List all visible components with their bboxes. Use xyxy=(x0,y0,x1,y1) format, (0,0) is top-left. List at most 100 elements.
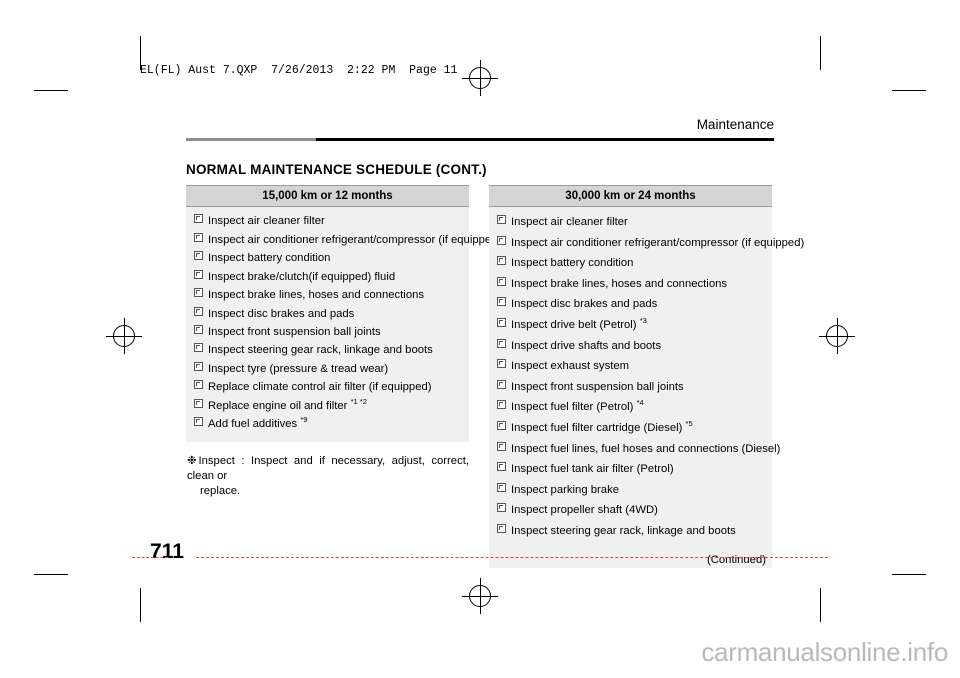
crop-mark-bottom-left xyxy=(34,574,68,575)
checklist-item: Inspect battery condition xyxy=(186,249,469,267)
site-watermark: carmanualsonline.info xyxy=(701,637,948,667)
checklist-item-label: Inspect exhaust system xyxy=(511,360,630,373)
checklist-item: Inspect steering gear rack, linkage and … xyxy=(489,521,772,542)
running-head: Maintenance xyxy=(696,117,774,132)
checklist-item-label: Inspect steering gear rack, linkage and … xyxy=(511,524,736,537)
checklist-item: Inspect front suspension ball joints xyxy=(489,377,772,398)
checklist-item-label: Replace climate control air filter (if e… xyxy=(208,381,432,394)
checkbox-icon xyxy=(194,380,203,390)
checklist-item: Inspect tyre (pressure & tread wear) xyxy=(186,360,469,378)
checklist-item: Inspect propeller shaft (4WD) xyxy=(489,500,772,521)
checklist-item: Inspect drive belt (Petrol) *3 xyxy=(489,315,772,336)
crop-mark-bottom-right xyxy=(892,574,926,575)
checkbox-icon xyxy=(497,297,506,307)
checkbox-icon xyxy=(194,232,203,242)
checkbox-icon xyxy=(194,269,203,279)
table-body-left: Inspect air cleaner filter Inspect air co… xyxy=(186,207,501,442)
checkbox-icon xyxy=(497,503,506,513)
checklist-item: Inspect air conditioner refrigerant/comp… xyxy=(489,233,804,254)
checklist-item-label: Inspect fuel tank air filter (Petrol) xyxy=(511,463,674,476)
checklist-item-label: Inspect air cleaner filter xyxy=(511,216,628,229)
checklist-item: Replace climate control air filter (if e… xyxy=(186,378,469,396)
checklist-item-label: Inspect brake lines, hoses and connectio… xyxy=(208,289,425,302)
checkbox-icon xyxy=(497,235,506,245)
note-asterisk-icon: ❉ xyxy=(187,454,197,467)
checklist-item-label: Inspect drive belt (Petrol) xyxy=(511,319,640,332)
table-body-right: Inspect air cleaner filter Inspect air co… xyxy=(489,207,804,547)
checklist-item-label: Inspect fuel filter (Petrol) xyxy=(511,401,637,414)
checklist-item: Inspect steering gear rack, linkage and … xyxy=(186,341,469,359)
checkbox-icon xyxy=(497,215,506,225)
footnote-marker: *4 xyxy=(636,398,644,408)
page-number: 11 xyxy=(161,540,184,563)
checkbox-icon xyxy=(194,306,203,316)
footnote-marker: *1 *2 xyxy=(350,397,368,407)
registration-mark-top xyxy=(462,60,498,96)
checklist-item: Inspect exhaust system xyxy=(489,356,772,377)
checklist-item-label: Inspect battery condition xyxy=(511,257,634,270)
checklist-item-label: Inspect battery condition xyxy=(208,252,331,265)
checklist-item-label: Inspect drive shafts and boots xyxy=(511,339,662,352)
checkbox-icon xyxy=(194,325,203,334)
checkbox-icon xyxy=(194,288,203,298)
checkbox-icon xyxy=(497,338,506,348)
checklist-item: Inspect brake lines, hoses and connectio… xyxy=(489,274,772,295)
checkbox-icon xyxy=(497,256,506,266)
checklist-item: Inspect fuel tank air filter (Petrol) xyxy=(489,459,772,480)
checklist-item: Replace engine oil and filter *1 *2 xyxy=(186,397,469,415)
crop-mark-bottom-left-v xyxy=(140,588,141,622)
checklist-item-label: Inspect parking brake xyxy=(511,483,620,496)
page-footer-number: 711 xyxy=(150,540,184,564)
checklist-item: Inspect fuel filter (Petrol) *4 xyxy=(489,397,772,418)
checkbox-icon xyxy=(497,462,506,472)
checklist-item: Inspect air conditioner refrigerant/comp… xyxy=(186,230,501,248)
checkbox-icon xyxy=(497,276,506,286)
checklist-item-label: Inspect air cleaner filter xyxy=(208,215,325,228)
checklist-item-label: Inspect front suspension ball joints xyxy=(511,380,684,393)
footnote-marker: *5 xyxy=(685,419,693,429)
footnote-marker: *3 xyxy=(639,316,647,326)
checkbox-icon xyxy=(194,361,203,371)
checklist-item-label: Add fuel additives xyxy=(208,418,301,431)
crop-mark-top-right-v xyxy=(820,36,821,70)
checklist-item: Add fuel additives *9 xyxy=(186,415,469,433)
crop-mark-bottom-right-v xyxy=(820,588,821,622)
footnote-marker: *9 xyxy=(300,415,308,425)
checkbox-icon xyxy=(497,523,506,533)
checklist-item: Inspect battery condition xyxy=(489,253,772,274)
checklist-item: Inspect disc brakes and pads xyxy=(186,304,469,322)
checklist-item-label: Inspect steering gear rack, linkage and … xyxy=(208,344,433,357)
checkbox-icon xyxy=(497,400,506,410)
checkbox-icon xyxy=(497,359,506,369)
crop-mark-top-left xyxy=(34,90,68,91)
crop-mark-top-right xyxy=(892,90,926,91)
checklist-item: Inspect front suspension ball joints xyxy=(186,323,469,341)
checklist-item-label: Inspect air conditioner refrigerant/comp… xyxy=(208,233,502,246)
checkbox-icon xyxy=(497,318,506,328)
inspect-note: ❉ Inspect : Inspect and if necessary, adj… xyxy=(186,454,469,499)
schedule-column-30000km: 30,000 km or 24 months Inspect air clean… xyxy=(489,185,804,569)
checklist-item-label: Inspect propeller shaft (4WD) xyxy=(511,504,658,517)
checklist-item: Inspect drive shafts and boots xyxy=(489,335,772,356)
registration-mark-bottom xyxy=(462,578,498,614)
checklist-item-label: Inspect fuel lines, fuel hoses and conne… xyxy=(511,442,781,455)
checklist-item-label: Inspect brake/clutch(if equipped) fluid xyxy=(208,270,396,283)
checkbox-icon xyxy=(194,343,203,353)
registration-mark-left xyxy=(106,318,142,354)
registration-mark-right xyxy=(819,318,855,354)
checklist-item-label: Replace engine oil and filter xyxy=(208,399,351,412)
document-page: EL(FL) Aust 7.QXP 7/26/2013 2:22 PM Page… xyxy=(0,0,960,678)
checkbox-icon xyxy=(497,441,506,451)
checklist-item-label: Inspect air conditioner refrigerant/comp… xyxy=(511,236,805,249)
schedule-column-15000km: 15,000 km or 12 months Inspect air clean… xyxy=(186,185,501,499)
checklist-item-label: Inspect front suspension ball joints xyxy=(208,326,381,338)
checklist-item: Inspect fuel lines, fuel hoses and conne… xyxy=(489,438,780,459)
footer-rule-left xyxy=(132,557,168,559)
checklist-item: Inspect air cleaner filter xyxy=(186,212,469,230)
checkbox-icon xyxy=(497,379,506,389)
note-line-1: Inspect : Inspect and if necessary, adju… xyxy=(187,454,469,482)
page-title: NORMAL MAINTENANCE SCHEDULE (CONT.) xyxy=(186,162,487,177)
checklist-item: Inspect brake/clutch(if equipped) fluid xyxy=(186,267,469,285)
checklist-item-label: Inspect tyre (pressure & tread wear) xyxy=(208,362,389,375)
checklist-item-label: Inspect disc brakes and pads xyxy=(208,307,355,320)
